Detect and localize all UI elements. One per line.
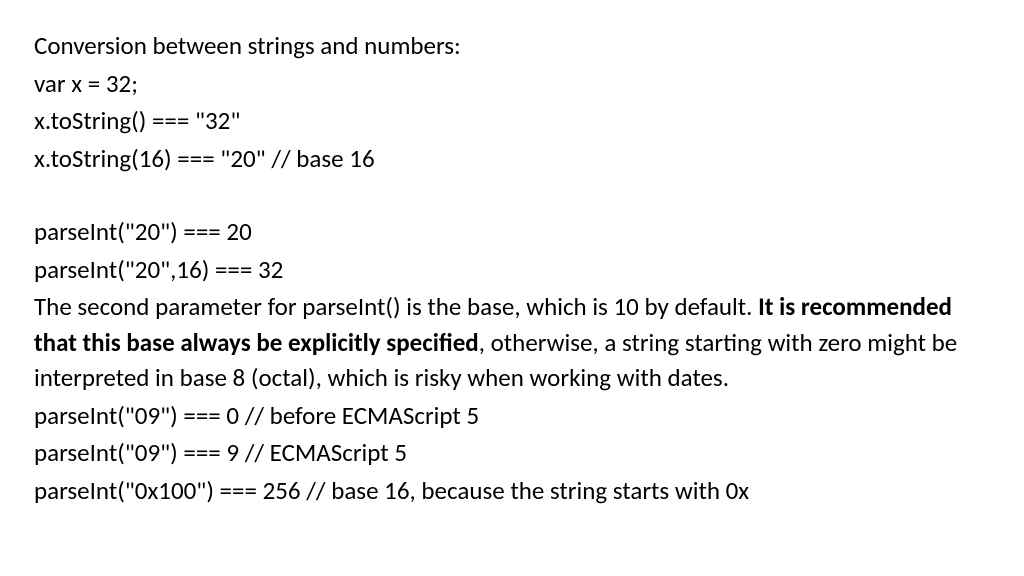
paragraph: The second parameter for parseInt() is t… — [34, 289, 990, 396]
code-line: x.toString() === "32" — [34, 103, 990, 139]
code-line: parseInt("09") === 9 // ECMAScript 5 — [34, 435, 990, 471]
code-line: parseInt("0x100") === 256 // base 16, be… — [34, 473, 990, 509]
text-line: Conversion between strings and numbers: — [34, 28, 990, 64]
spacer — [34, 178, 990, 214]
code-line: parseInt("20",16) === 32 — [34, 252, 990, 288]
code-line: x.toString(16) === "20" // base 16 — [34, 141, 990, 177]
text-span: The second parameter for parseInt() is t… — [34, 291, 758, 322]
code-line: var x = 32; — [34, 66, 990, 102]
code-line: parseInt("09") === 0 // before ECMAScrip… — [34, 398, 990, 434]
code-line: parseInt("20") === 20 — [34, 214, 990, 250]
